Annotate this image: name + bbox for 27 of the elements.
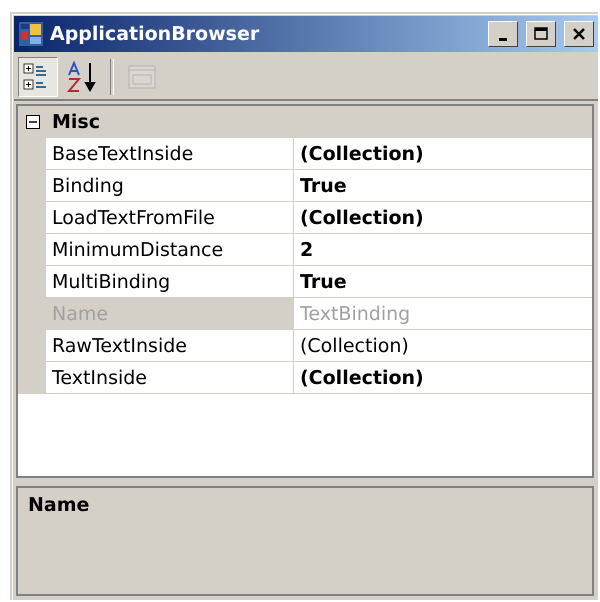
property-value[interactable]: (Collection) [294, 362, 592, 394]
property-value[interactable]: True [294, 170, 592, 202]
property-value[interactable]: (Collection) [294, 202, 592, 234]
description-title: Name [28, 494, 90, 516]
maximize-icon [533, 26, 549, 42]
property-value[interactable]: (Collection) [294, 138, 592, 170]
property-name[interactable]: RawTextInside [46, 330, 294, 362]
minimize-button[interactable] [488, 21, 518, 47]
property-name[interactable]: MultiBinding [46, 266, 294, 298]
property-value[interactable]: 2 [294, 234, 592, 266]
categorized-button[interactable] [18, 57, 58, 97]
property-value[interactable]: (Collection) [294, 330, 592, 362]
app-icon [18, 21, 44, 47]
property-name[interactable]: BaseTextInside [46, 138, 294, 170]
window-title: ApplicationBrowser [50, 23, 260, 45]
property-name[interactable]: Binding [46, 170, 294, 202]
minimize-icon [499, 38, 507, 40]
property-name[interactable]: LoadTextFromFile [46, 202, 294, 234]
collapse-icon[interactable] [26, 115, 40, 129]
property-name[interactable]: TextInside [46, 362, 294, 394]
category-label: Misc [52, 111, 100, 133]
maximize-button[interactable] [526, 21, 556, 47]
sort-az-icon [66, 61, 98, 93]
close-icon [571, 26, 587, 42]
property-name[interactable]: MinimumDistance [46, 234, 294, 266]
property-value[interactable]: True [294, 266, 592, 298]
close-button[interactable] [564, 21, 594, 47]
